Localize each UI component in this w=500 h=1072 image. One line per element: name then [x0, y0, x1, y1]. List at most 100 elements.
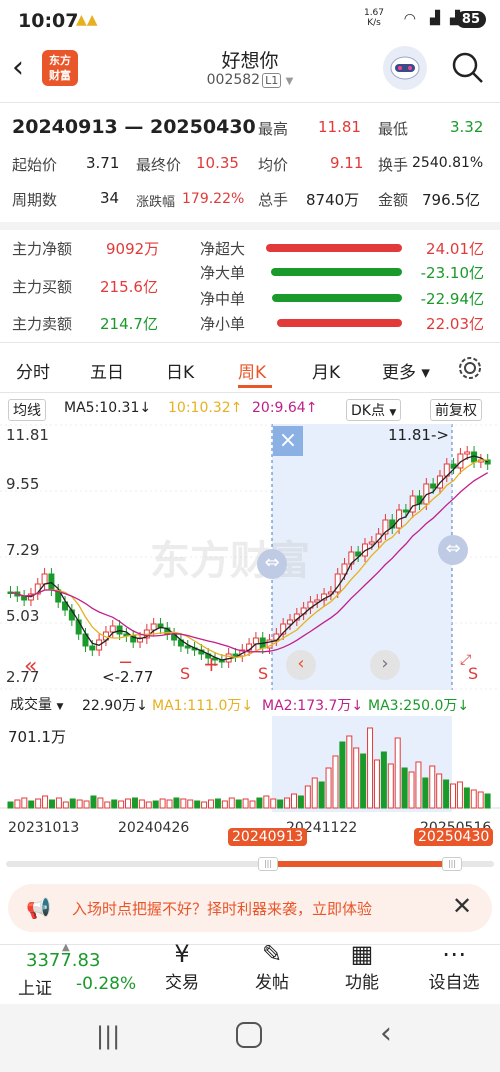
ma5-value: MA5:10.31↓: [64, 400, 152, 416]
sell-signal-s-3: S: [468, 664, 479, 683]
assistant-robot-icon[interactable]: [383, 46, 427, 90]
volume-ma1: MA1:111.0万↓: [152, 698, 254, 714]
volume-bar: [456, 781, 463, 809]
range-handle-left[interactable]: |||: [258, 857, 278, 871]
candle-body: [184, 645, 191, 649]
volume-bar: [450, 783, 457, 809]
volume-bar: [408, 771, 415, 809]
ma20-value: 20:9.64↑: [252, 400, 318, 416]
money-row-label: 净中单: [200, 290, 246, 308]
volume-bar: [138, 799, 145, 809]
battery-icon: 85: [455, 11, 486, 28]
volume-bar: [235, 799, 242, 809]
volume-bar: [228, 797, 235, 809]
close-selection-button[interactable]: ×: [273, 426, 303, 456]
candle-body: [368, 541, 375, 545]
candle-body: [416, 495, 423, 505]
nav-functions[interactable]: ▦ 功能: [338, 940, 386, 993]
total-vol-value: 8740万: [306, 191, 360, 209]
volume-chart[interactable]: [0, 716, 500, 812]
volume-bar: [284, 797, 291, 809]
main-buy-label: 主力买额: [12, 278, 73, 296]
low-value: 3.32: [450, 118, 484, 136]
volume-bar: [83, 800, 90, 809]
volume-bar: [249, 800, 256, 809]
volume-bar: [187, 799, 194, 809]
dk-point-button[interactable]: DK点 ▼: [346, 399, 402, 421]
close-banner-icon[interactable]: ✕: [452, 892, 472, 920]
volume-bar: [35, 798, 42, 809]
nav-post[interactable]: ✎ 发帖: [248, 940, 296, 993]
volume-bar: [470, 789, 477, 809]
left-handle-drag-icon[interactable]: ⇔: [257, 549, 287, 579]
volume-bar: [290, 793, 297, 809]
tab-0[interactable]: 分时: [16, 358, 50, 383]
right-handle-drag-icon[interactable]: ⇔: [438, 535, 468, 565]
volume-bar: [166, 799, 173, 809]
y-label-3: 7.29: [6, 541, 40, 559]
dk-label: DK点: [351, 403, 385, 419]
indicator-select[interactable]: 均线: [8, 399, 46, 421]
volume-bar: [131, 797, 138, 809]
home-icon[interactable]: [236, 1022, 262, 1048]
sell-signal-s-2: S: [258, 664, 269, 683]
range-handle-right[interactable]: |||: [442, 857, 462, 871]
index-ticker[interactable]: ▲ 3377.83 上证 -0.28%: [0, 942, 140, 1002]
search-icon[interactable]: [450, 50, 486, 86]
candle-body: [430, 483, 437, 489]
index-change: -0.28%: [76, 974, 137, 994]
volume-bar: [180, 798, 187, 809]
volume-bar: [360, 753, 367, 809]
nav-watchlist[interactable]: ⋯ 设自选: [424, 940, 484, 993]
volume-bar: [90, 795, 97, 809]
volume-bar: [270, 798, 277, 809]
volume-bar: [367, 727, 374, 809]
system-nav-bar: ||| ‹: [0, 1004, 500, 1072]
recent-apps-icon[interactable]: |||: [96, 1022, 120, 1050]
volume-bar: [194, 800, 201, 809]
index-value: 3377.83: [26, 950, 101, 971]
main-buy-value: 215.6亿: [100, 278, 158, 296]
amount-label: 金额: [378, 191, 409, 209]
start-value: 3.71: [86, 154, 120, 172]
nav-trade[interactable]: ¥ 交易: [158, 940, 206, 993]
tab-3[interactable]: 周K: [238, 358, 266, 383]
volume-bar: [69, 798, 76, 809]
scroll-left-icon[interactable]: «: [24, 654, 37, 679]
nav-functions-label: 功能: [345, 973, 379, 993]
volume-bar: [28, 800, 35, 809]
volume-bar: [394, 737, 401, 809]
tab-5[interactable]: 更多 ▾: [382, 358, 430, 383]
prev-arrow-icon[interactable]: ‹: [286, 650, 316, 680]
main-net-value: 9092万: [106, 240, 160, 258]
wifi-icon: ◠: [403, 11, 416, 27]
net-speed: 1.67 K/s: [363, 8, 385, 28]
avg-label: 均价: [258, 156, 289, 174]
volume-bar: [401, 767, 408, 809]
settings-gear-icon[interactable]: [456, 354, 484, 382]
adjust-button[interactable]: 前复权: [430, 399, 482, 421]
money-row-label: 净大单: [200, 264, 246, 282]
back-nav-icon[interactable]: ‹: [380, 1016, 392, 1051]
indicator-label: 均线: [13, 403, 41, 419]
next-arrow-icon[interactable]: ›: [370, 650, 400, 680]
stock-code-text: 002582: [206, 72, 261, 88]
volume-bar: [97, 797, 104, 809]
sell-mark-minus: −: [118, 652, 134, 673]
change-label: 涨跌幅: [136, 195, 176, 210]
tab-4[interactable]: 月K: [312, 358, 340, 383]
candle-body: [116, 625, 123, 635]
low-label: 最低: [378, 120, 409, 138]
volume-bar: [21, 797, 28, 809]
tab-2[interactable]: 日K: [166, 358, 194, 383]
tab-1[interactable]: 五日: [90, 358, 124, 383]
money-row-bar: [277, 319, 402, 327]
promo-banner[interactable]: 📢 入场时点把握不好？择时利器来袭，立即体验 ✕: [8, 884, 492, 932]
volume-bar: [311, 777, 318, 809]
volume-bar: [422, 777, 429, 809]
total-vol-label: 总手: [258, 191, 289, 209]
candle-body: [150, 623, 157, 631]
volume-indicator-select[interactable]: 成交量 ▼: [6, 694, 67, 714]
level-tag: L1: [262, 73, 282, 88]
volume-bar: [104, 801, 111, 809]
